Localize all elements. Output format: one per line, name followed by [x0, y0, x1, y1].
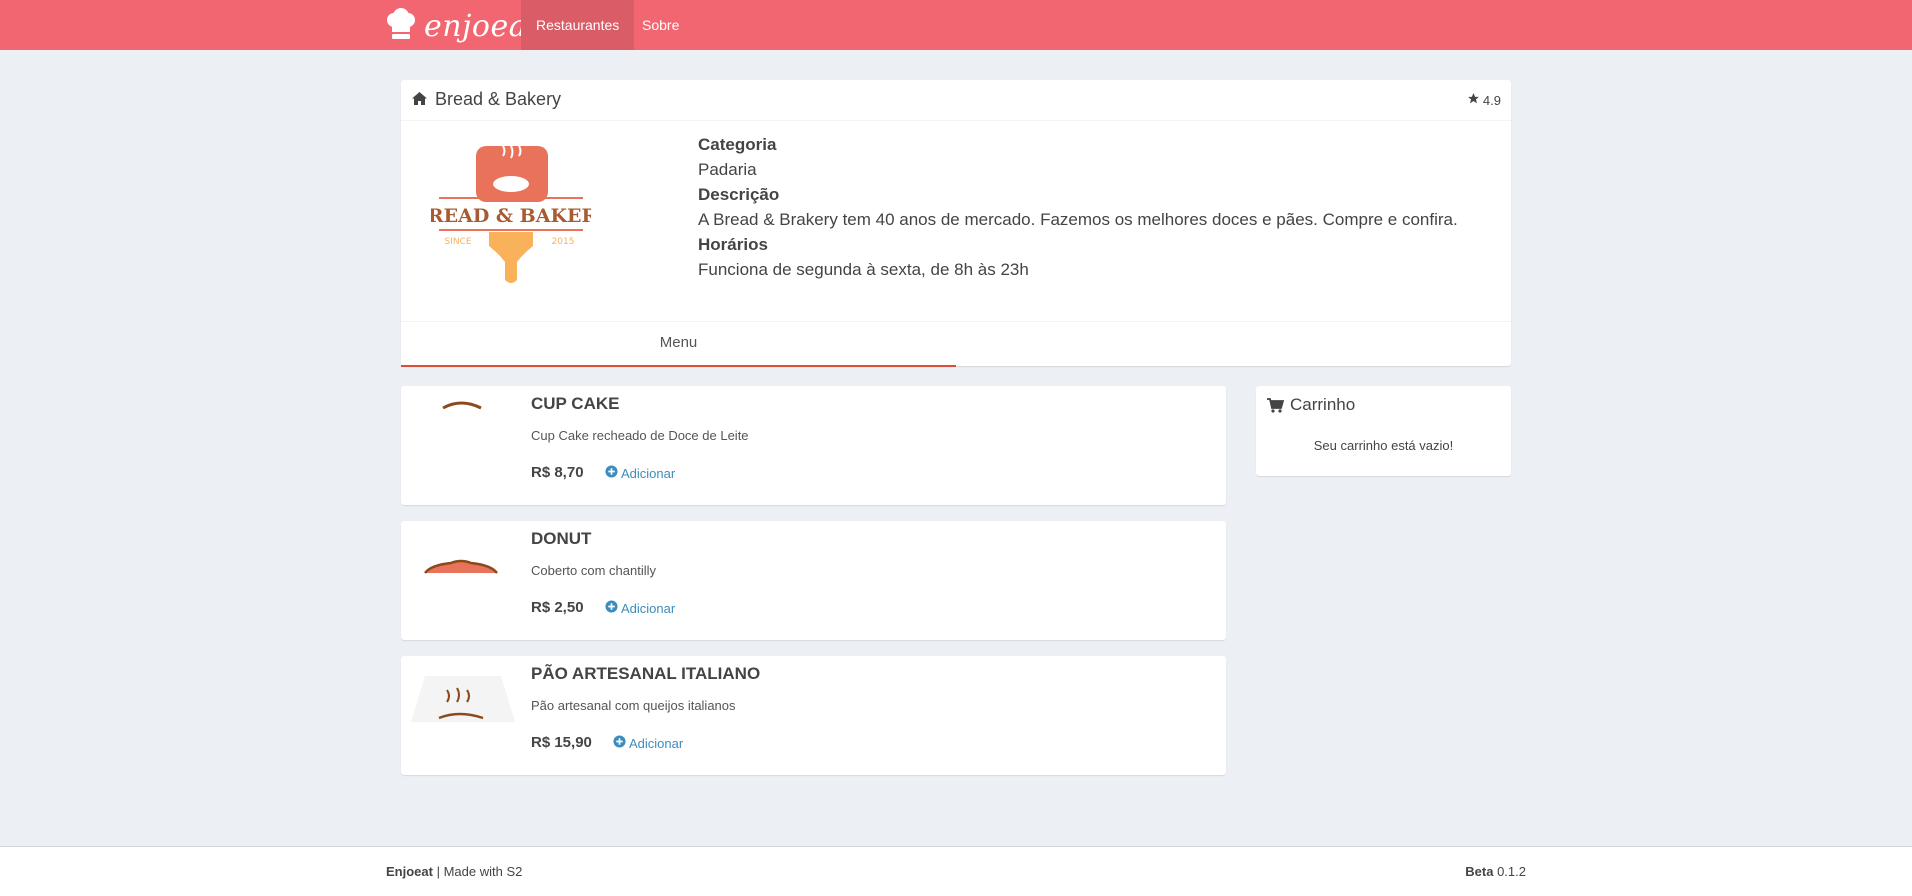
restaurant-rating: 4.9	[1467, 92, 1501, 108]
footer-credits: Enjoeat | Made with S2	[386, 864, 522, 879]
cupcake-image	[401, 386, 521, 505]
menu-item-price: R$ 15,90	[531, 734, 592, 751]
menu-item-name: DONUT	[531, 529, 592, 548]
description-label: Descrição	[698, 185, 780, 204]
menu-item-description: Cup Cake recheado de Doce de Leite	[531, 428, 749, 443]
nav-link-sobre[interactable]: Sobre	[627, 0, 694, 50]
restaurant-panel: Bread & Bakery 4.9 BREAD & BAKERY SINCE …	[401, 80, 1511, 367]
star-icon	[1467, 92, 1480, 108]
add-button[interactable]: Adicionar	[613, 735, 683, 751]
cart-panel: Carrinho Seu carrinho está vazio!	[1256, 386, 1511, 476]
menu-item-price: R$ 8,70	[531, 464, 584, 481]
footer-brand: Enjoeat	[386, 864, 433, 879]
logo-year: 2015	[552, 237, 575, 247]
restaurant-name: Bread & Bakery	[435, 89, 562, 109]
plus-circle-icon	[605, 465, 618, 481]
cart-title: Carrinho	[1290, 395, 1356, 414]
menu-item-description: Pão artesanal com queijos italianos	[531, 698, 736, 713]
rating-value: 4.9	[1482, 92, 1501, 108]
plus-circle-icon	[613, 735, 626, 751]
footer-version: Beta 0.1.2	[1465, 864, 1526, 879]
description-value: A Bread & Brakery tem 40 anos de mercado…	[698, 210, 1458, 229]
logo-text: BREAD & BAKERY	[431, 205, 591, 227]
menu-item: CUP CAKE Cup Cake recheado de Doce de Le…	[401, 386, 1226, 505]
version-number: 0.1.2	[1497, 864, 1526, 879]
add-label: Adicionar	[621, 600, 676, 616]
add-label: Adicionar	[621, 465, 676, 481]
restaurant-logo: BREAD & BAKERY SINCE 2015	[412, 145, 611, 286]
shopping-cart-icon	[1267, 398, 1285, 418]
hours-value: Funciona de segunda à sexta, de 8h às 23…	[698, 260, 1029, 279]
navbar: enjoeat Restaurantes Sobre	[0, 0, 1912, 50]
add-button[interactable]: Adicionar	[605, 600, 675, 616]
add-label: Adicionar	[629, 735, 684, 751]
menu-item-price: R$ 2,50	[531, 599, 584, 616]
home-icon	[411, 91, 428, 111]
category-label: Categoria	[698, 135, 777, 154]
brand-logo[interactable]: enjoeat	[384, 5, 540, 47]
bread-image	[401, 656, 521, 775]
menu-item: PÃO ARTESANAL ITALIANO Pão artesanal com…	[401, 656, 1226, 775]
add-button[interactable]: Adicionar	[605, 465, 675, 481]
cart-empty-message: Seu carrinho está vazio!	[1313, 438, 1454, 453]
menu-item-description: Coberto com chantilly	[531, 563, 656, 578]
nav-link-restaurantes[interactable]: Restaurantes	[521, 0, 635, 50]
restaurant-header: Bread & Bakery 4.9	[401, 80, 1511, 121]
plus-circle-icon	[605, 600, 618, 616]
restaurant-info: Categoria Padaria Descrição A Bread & Br…	[698, 132, 1458, 282]
footer-made-with: | Made with S2	[436, 864, 523, 879]
restaurant-tabs: Menu	[401, 321, 1511, 367]
logo-since: SINCE	[444, 237, 471, 247]
menu-item-name: PÃO ARTESANAL ITALIANO	[531, 664, 761, 683]
footer: Enjoeat | Made with S2 Beta 0.1.2	[0, 846, 1912, 896]
tab-menu[interactable]: Menu	[401, 322, 956, 367]
hours-label: Horários	[698, 235, 768, 254]
donut-image	[401, 521, 521, 640]
beta-label: Beta	[1465, 864, 1494, 879]
menu-item: DONUT Coberto com chantilly R$ 2,50 Adic…	[401, 521, 1226, 640]
chef-hat-icon	[384, 7, 418, 46]
menu-item-name: CUP CAKE	[531, 394, 620, 413]
category-value: Padaria	[698, 160, 757, 179]
